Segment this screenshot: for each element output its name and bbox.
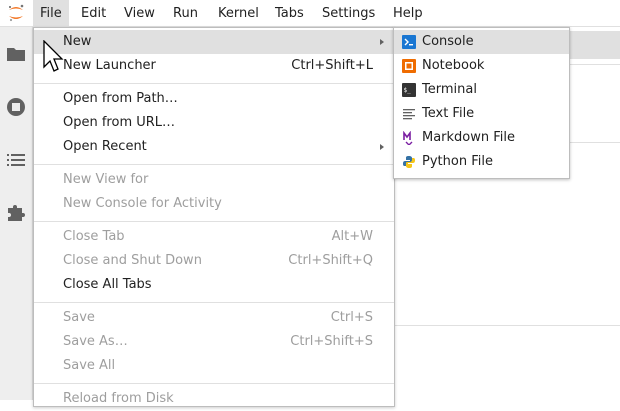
menu-item-label: Close Tab bbox=[63, 229, 125, 244]
mouse-cursor-icon bbox=[43, 40, 64, 72]
menu-item-shortcut: Ctrl+S bbox=[330, 310, 373, 325]
menu-separator bbox=[34, 221, 394, 222]
menu-item-save-all: Save All bbox=[34, 354, 394, 378]
menu-item-label: Open from URL… bbox=[63, 115, 176, 130]
menu-help[interactable]: Help bbox=[386, 0, 430, 27]
menu-item-open-recent[interactable]: Open Recent bbox=[34, 135, 394, 159]
menu-tabs[interactable]: Tabs bbox=[268, 0, 311, 27]
menu-item-new-console-for-activity: New Console for Activity bbox=[34, 192, 394, 216]
menu-item-label: Close All Tabs bbox=[63, 277, 152, 292]
menu-item-new-launcher[interactable]: New Launcher Ctrl+Shift+L bbox=[34, 54, 394, 78]
menubar: File Edit View Run Kernel Tabs Settings … bbox=[0, 0, 620, 27]
menu-item-label: New Console for Activity bbox=[63, 196, 222, 211]
submenu-item-python-file[interactable]: Python File bbox=[394, 150, 569, 174]
menu-item-shortcut: Ctrl+Shift+L bbox=[291, 58, 373, 73]
menu-item-label: New View for bbox=[63, 172, 149, 187]
left-sidebar bbox=[0, 27, 33, 400]
submenu-item-label: Text File bbox=[422, 106, 475, 121]
menu-separator bbox=[34, 302, 394, 303]
markdown-file-icon bbox=[403, 131, 413, 145]
menu-item-shortcut: Ctrl+Shift+S bbox=[290, 334, 373, 349]
menu-kernel[interactable]: Kernel bbox=[211, 0, 266, 27]
submenu-arrow-icon bbox=[380, 144, 384, 150]
submenu-item-text-file[interactable]: Text File bbox=[394, 102, 569, 126]
folder-icon[interactable] bbox=[6, 44, 26, 64]
notebook-icon bbox=[402, 59, 416, 73]
menu-item-label: Save bbox=[63, 310, 95, 325]
menu-item-new-view-for: New View for bbox=[34, 168, 394, 192]
menu-item-label: Close and Shut Down bbox=[63, 253, 202, 268]
menu-item-close-and-shut-down: Close and Shut Down Ctrl+Shift+Q bbox=[34, 249, 394, 273]
menu-view[interactable]: View bbox=[117, 0, 162, 27]
submenu-item-label: Console bbox=[422, 34, 474, 49]
python-file-icon bbox=[403, 156, 415, 168]
menu-item-open-from-path[interactable]: Open from Path… bbox=[34, 87, 394, 111]
console-icon bbox=[402, 35, 416, 49]
menu-item-label: Open Recent bbox=[63, 139, 147, 154]
file-menu: New New Launcher Ctrl+Shift+L Open from … bbox=[33, 27, 395, 407]
menu-item-reload-from-disk: Reload from Disk bbox=[34, 387, 394, 411]
menu-item-label: Save All bbox=[63, 358, 116, 373]
menu-settings[interactable]: Settings bbox=[315, 0, 382, 27]
text-file-icon bbox=[403, 109, 415, 120]
menu-separator bbox=[34, 164, 394, 165]
submenu-item-markdown-file[interactable]: Markdown File bbox=[394, 126, 569, 150]
menu-separator bbox=[34, 83, 394, 84]
menu-item-new[interactable]: New bbox=[34, 30, 394, 54]
menu-edit[interactable]: Edit bbox=[74, 0, 113, 27]
menu-run[interactable]: Run bbox=[166, 0, 205, 27]
extension-puzzle-icon[interactable] bbox=[6, 203, 26, 223]
menu-item-save: Save Ctrl+S bbox=[34, 306, 394, 330]
menu-item-close-all-tabs[interactable]: Close All Tabs bbox=[34, 273, 394, 297]
submenu-item-notebook[interactable]: Notebook bbox=[394, 54, 569, 78]
menu-item-shortcut: Alt+W bbox=[331, 229, 373, 244]
menu-item-save-as: Save As… Ctrl+Shift+S bbox=[34, 330, 394, 354]
svg-text:$_: $_ bbox=[404, 87, 412, 94]
menu-item-shortcut: Ctrl+Shift+Q bbox=[288, 253, 373, 268]
submenu-item-terminal[interactable]: $_ Terminal bbox=[394, 78, 569, 102]
terminal-icon: $_ bbox=[402, 83, 416, 97]
table-of-contents-icon[interactable] bbox=[6, 150, 26, 170]
menu-item-label: New Launcher bbox=[63, 58, 156, 73]
submenu-item-console[interactable]: Console bbox=[394, 30, 569, 54]
menu-item-label: Reload from Disk bbox=[63, 391, 174, 406]
running-stop-icon[interactable] bbox=[6, 97, 26, 117]
menu-item-label: New bbox=[63, 34, 92, 49]
divider bbox=[395, 325, 620, 326]
menu-item-open-from-url[interactable]: Open from URL… bbox=[34, 111, 394, 135]
menu-item-close-tab: Close Tab Alt+W bbox=[34, 225, 394, 249]
submenu-item-label: Python File bbox=[422, 154, 493, 169]
submenu-item-label: Terminal bbox=[422, 82, 477, 97]
menu-item-label: Open from Path… bbox=[63, 91, 178, 106]
menu-separator bbox=[34, 383, 394, 384]
menu-file[interactable]: File bbox=[33, 0, 69, 27]
submenu-item-label: Notebook bbox=[422, 58, 485, 73]
submenu-item-label: Markdown File bbox=[422, 130, 516, 145]
jupyter-logo-icon[interactable] bbox=[6, 3, 26, 23]
menu-item-label: Save As… bbox=[63, 334, 128, 349]
submenu-arrow-icon bbox=[380, 39, 384, 45]
new-submenu: Console Notebook $_ Terminal Text File M… bbox=[393, 27, 570, 179]
